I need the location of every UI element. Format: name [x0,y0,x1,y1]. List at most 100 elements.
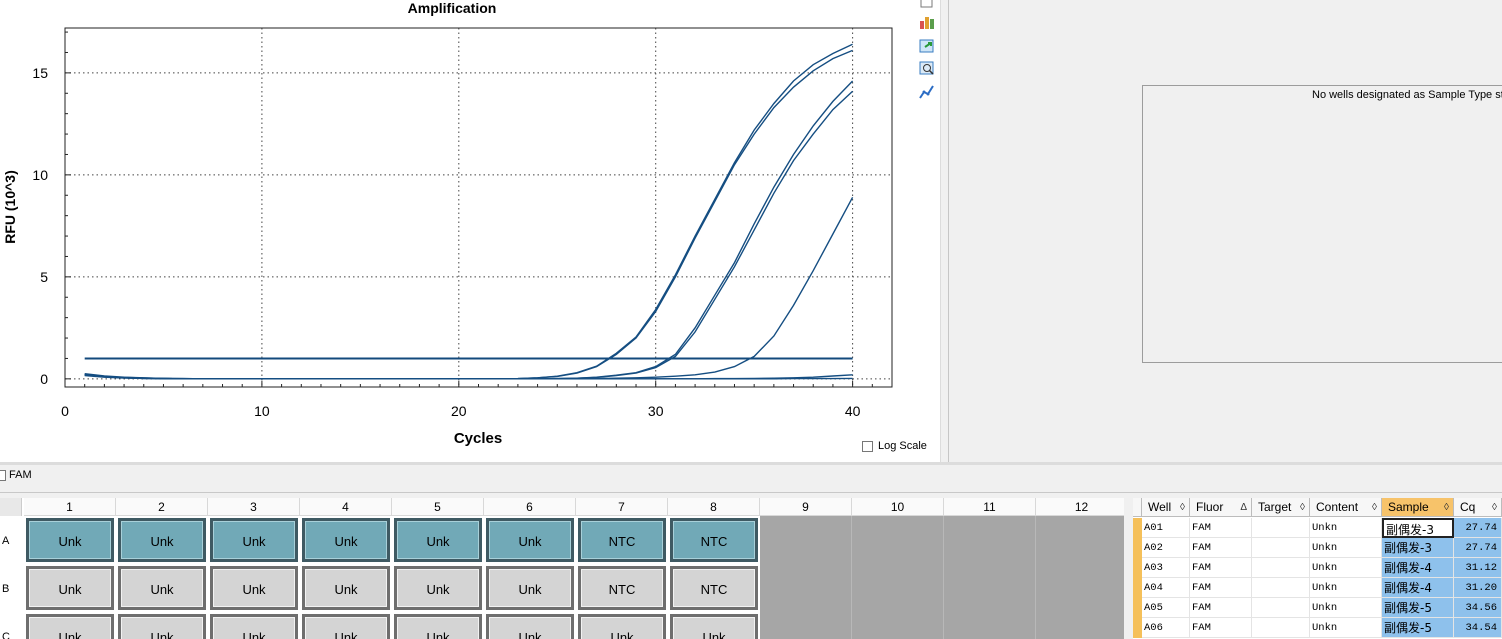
chart-settings-icon[interactable] [918,13,936,31]
plate-well[interactable]: Unk [26,614,114,639]
cell-content: Unkn [1310,558,1382,578]
plate-column-header[interactable]: 3 [208,498,300,516]
amplification-curve-4 [84,90,854,380]
plate-well[interactable]: Unk [26,566,114,610]
plate-well[interactable]: Unk [302,518,390,562]
plate-well[interactable]: Unk [118,518,206,562]
plate-column-header[interactable]: 11 [944,498,1036,516]
row-indicator[interactable] [1133,558,1142,578]
cell-target [1252,618,1310,638]
amplification-chart-panel: 0 10 20 30 40 0 5 10 15 Amplification Cycles RFU (1… [0,0,940,462]
plate-well[interactable]: Unk [118,566,206,610]
row-indicator[interactable] [1133,538,1142,558]
cell-sample[interactable]: 副偶发-5 [1382,598,1454,618]
plate-well[interactable]: NTC [578,566,666,610]
plate-well[interactable]: Unk [302,614,390,639]
empty-well[interactable] [852,516,944,639]
plate-well[interactable]: Unk [394,566,482,610]
log-scale-toggle[interactable]: Log Scale [862,440,927,452]
cell-sample[interactable]: 副偶发-4 [1382,578,1454,598]
cell-sample[interactable]: 副偶发-3 [1382,538,1454,558]
sort-arrow-icon[interactable]: ◊ [1300,498,1305,517]
plate-column-header[interactable]: 6 [484,498,576,516]
column-header-sample[interactable]: Sample ◊ [1382,498,1454,517]
cell-target [1252,598,1310,618]
copy-icon[interactable] [918,0,936,10]
plate-row-header[interactable]: A [0,517,22,565]
empty-well[interactable] [944,516,1036,639]
y-tick-label: 0 [40,371,48,387]
plate-row-header[interactable]: C [0,613,22,639]
row-indicator[interactable] [1133,598,1142,618]
amplification-curve-1 [84,49,853,380]
cell-sample[interactable]: 副偶发-5 [1382,618,1454,638]
plate-well[interactable]: Unk [394,518,482,562]
cell-fluor: FAM [1190,578,1252,598]
plate-column-header[interactable]: 12 [1036,498,1124,516]
plate-well[interactable]: Unk [26,518,114,562]
sort-arrow-icon[interactable]: ◊ [1180,498,1185,517]
sort-arrow-icon[interactable]: ◊ [1492,498,1497,517]
cell-well: A01 [1142,518,1190,538]
plate-well[interactable]: NTC [670,518,758,562]
plate-column-header[interactable]: 7 [576,498,668,516]
cell-well: A02 [1142,538,1190,558]
cell-target [1252,558,1310,578]
export-icon[interactable] [918,37,936,55]
cell-fluor: FAM [1190,598,1252,618]
plate-column-header[interactable]: 2 [116,498,208,516]
log-scale-checkbox[interactable] [862,440,873,452]
empty-well[interactable] [1036,516,1124,639]
plate-column-header[interactable]: 8 [668,498,760,516]
cell-sample[interactable]: 副偶发-4 [1382,558,1454,578]
column-header-content[interactable]: Content ◊ [1310,498,1382,517]
sort-arrow-icon[interactable]: Δ [1240,498,1247,517]
plate-well[interactable]: Unk [486,566,574,610]
plate-well[interactable]: Unk [210,614,298,639]
plate-well[interactable]: NTC [578,518,666,562]
row-indicator[interactable] [1133,518,1142,538]
table-corner [1133,498,1142,517]
cell-content: Unkn [1310,578,1382,598]
plate-column-header[interactable]: 10 [852,498,944,516]
plate-row-header[interactable]: B [0,565,22,613]
column-header-fluor[interactable]: Fluor Δ [1190,498,1252,517]
plate-column-header[interactable]: 9 [760,498,852,516]
sort-arrow-icon[interactable]: ◊ [1372,498,1377,517]
row-indicator[interactable] [1133,578,1142,598]
column-header-label: Sample [1388,500,1429,514]
column-header-well[interactable]: Well ◊ [1142,498,1190,517]
log-scale-label: Log Scale [878,440,927,452]
plate-column-header[interactable]: 1 [24,498,116,516]
plate-well[interactable]: Unk [210,518,298,562]
plate-well[interactable]: Unk [210,566,298,610]
quantification-table: Well ◊ Fluor Δ Target ◊ Content ◊ Sample ◊ Cq ◊ A01 F… [1133,498,1502,639]
no-standards-message: No wells designated as Sample Type sta [1312,89,1502,101]
plate-well[interactable]: Unk [302,566,390,610]
column-header-target[interactable]: Target ◊ [1252,498,1310,517]
cell-target [1252,518,1310,538]
sort-arrow-icon[interactable]: ◊ [1444,498,1449,517]
cell-sample[interactable]: 副偶发-3 [1382,518,1454,538]
amplification-curve-2 [84,43,853,380]
empty-well[interactable] [760,516,852,639]
fam-checkbox[interactable] [0,470,6,481]
plate-well[interactable]: Unk [486,614,574,639]
fluor-selector-bar: FAM [0,465,1502,493]
y-axis-label: RFU (10^3) [2,170,18,244]
plate-well[interactable]: Unk [394,614,482,639]
curve-fit-icon[interactable] [918,83,936,101]
plate-column-header[interactable]: 5 [392,498,484,516]
plate-column-header[interactable]: 4 [300,498,392,516]
vertical-splitter[interactable] [940,0,949,462]
plate-well[interactable]: Unk [578,614,666,639]
plate-well[interactable]: Unk [670,614,758,639]
plate-well[interactable]: Unk [118,614,206,639]
column-header-cq[interactable]: Cq ◊ [1454,498,1502,517]
plate-well[interactable]: Unk [486,518,574,562]
row-indicator[interactable] [1133,618,1142,638]
plate-well[interactable]: NTC [670,566,758,610]
x-tick-label: 40 [845,403,861,419]
fam-label: FAM [9,469,32,481]
zoom-chart-icon[interactable] [918,59,936,77]
